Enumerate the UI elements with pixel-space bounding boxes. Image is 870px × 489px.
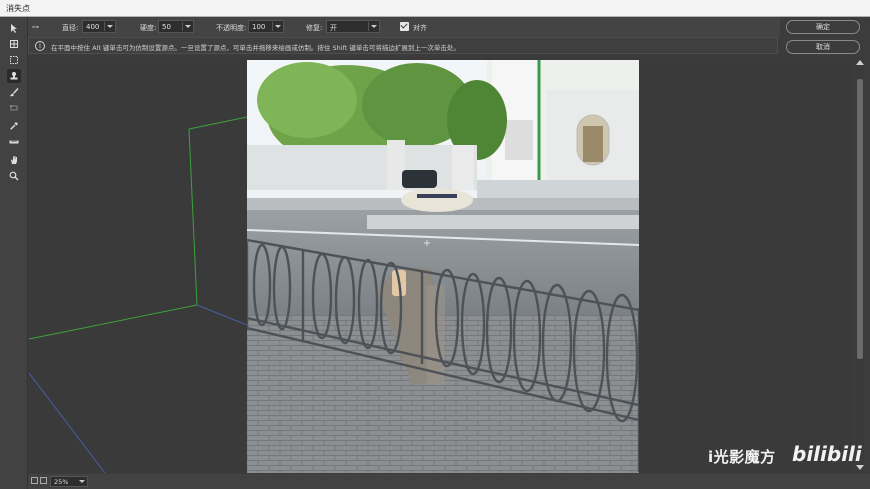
watermark-text: i光影魔方: [708, 448, 776, 466]
bilibili-logo: bilibili: [792, 442, 862, 466]
dialog-title: 消失点: [6, 4, 30, 13]
heal-select[interactable]: 开: [326, 20, 380, 33]
marquee-tool[interactable]: [7, 53, 21, 67]
edit-plane-tool[interactable]: [7, 21, 21, 35]
measure-tool[interactable]: [7, 135, 21, 149]
zoom-out-icon[interactable]: [31, 477, 38, 484]
chevron-down-icon[interactable]: [104, 22, 113, 31]
info-bar: i 在平面中按住 Alt 键单击可为仿制设置源点。一旦设置了源点，可单击并拖移来…: [28, 37, 778, 54]
grid-line: [196, 304, 248, 326]
chevron-down-icon[interactable]: [79, 480, 85, 483]
diameter-field[interactable]: 400: [82, 20, 116, 33]
diameter-label: 直径:: [62, 24, 79, 32]
hand-icon: [11, 156, 17, 164]
zoom-tool[interactable]: [7, 169, 21, 183]
scroll-thumb[interactable]: [857, 79, 863, 359]
zoom-in-icon[interactable]: [40, 477, 47, 484]
canvas-area[interactable]: [29, 57, 853, 473]
brush-icon: [10, 88, 19, 97]
transform-tool[interactable]: [7, 101, 21, 115]
options-bar: ⊶ 直径: 400 硬度: 50 不透明度: 100 修复: 开 对齐: [28, 17, 780, 37]
arrow-icon: [11, 24, 17, 33]
create-plane-tool[interactable]: [7, 37, 21, 51]
opacity-field[interactable]: 100: [248, 20, 284, 33]
aligned-checkbox[interactable]: [400, 22, 409, 31]
grid-plane-icon: [10, 40, 18, 48]
grid-line: [29, 372, 106, 473]
hand-tool[interactable]: [7, 153, 21, 167]
plane-outline: [29, 116, 248, 340]
magnifier-icon: [9, 171, 19, 181]
info-text: 在平面中按住 Alt 键单击可为仿制设置源点。一旦设置了源点，可单击并拖移来绘画…: [51, 44, 460, 52]
zoom-level-value: 25%: [54, 478, 69, 486]
heal-label: 修复:: [306, 24, 323, 32]
cancel-button[interactable]: 取消: [786, 40, 860, 54]
zoom-level-field[interactable]: 25%: [50, 476, 88, 487]
chevron-down-icon[interactable]: [368, 22, 377, 31]
brush-tool[interactable]: [7, 85, 21, 99]
heal-value: 开: [330, 24, 337, 32]
tool-panel: [0, 17, 28, 489]
info-icon: i: [35, 41, 45, 51]
stamp-icon: [10, 72, 18, 80]
chevron-down-icon[interactable]: [182, 22, 191, 31]
dialog-titlebar: 消失点: [0, 0, 870, 17]
ruler-icon: [9, 140, 19, 144]
aligned-label: 对齐: [413, 24, 427, 32]
vertical-scrollbar[interactable]: [855, 57, 865, 473]
photo-canvas[interactable]: [247, 60, 639, 473]
chevron-down-icon[interactable]: [272, 22, 281, 31]
hardness-value: 50: [162, 23, 171, 31]
stamp-tool[interactable]: [7, 69, 21, 83]
marquee-icon: [10, 56, 18, 64]
opacity-value: 100: [252, 23, 266, 31]
status-bar: 25%: [28, 474, 870, 489]
scroll-up-icon[interactable]: [856, 60, 864, 65]
eyedropper-tool[interactable]: [7, 119, 21, 133]
ok-button[interactable]: 确定: [786, 20, 860, 34]
brush-preset-icon[interactable]: ⊶: [32, 23, 39, 31]
diameter-value: 400: [86, 23, 100, 31]
hardness-field[interactable]: 50: [158, 20, 194, 33]
opacity-label: 不透明度:: [216, 24, 247, 32]
hardness-label: 硬度:: [140, 24, 157, 32]
eyedropper-icon: [10, 122, 18, 130]
transform-icon: [10, 105, 18, 111]
